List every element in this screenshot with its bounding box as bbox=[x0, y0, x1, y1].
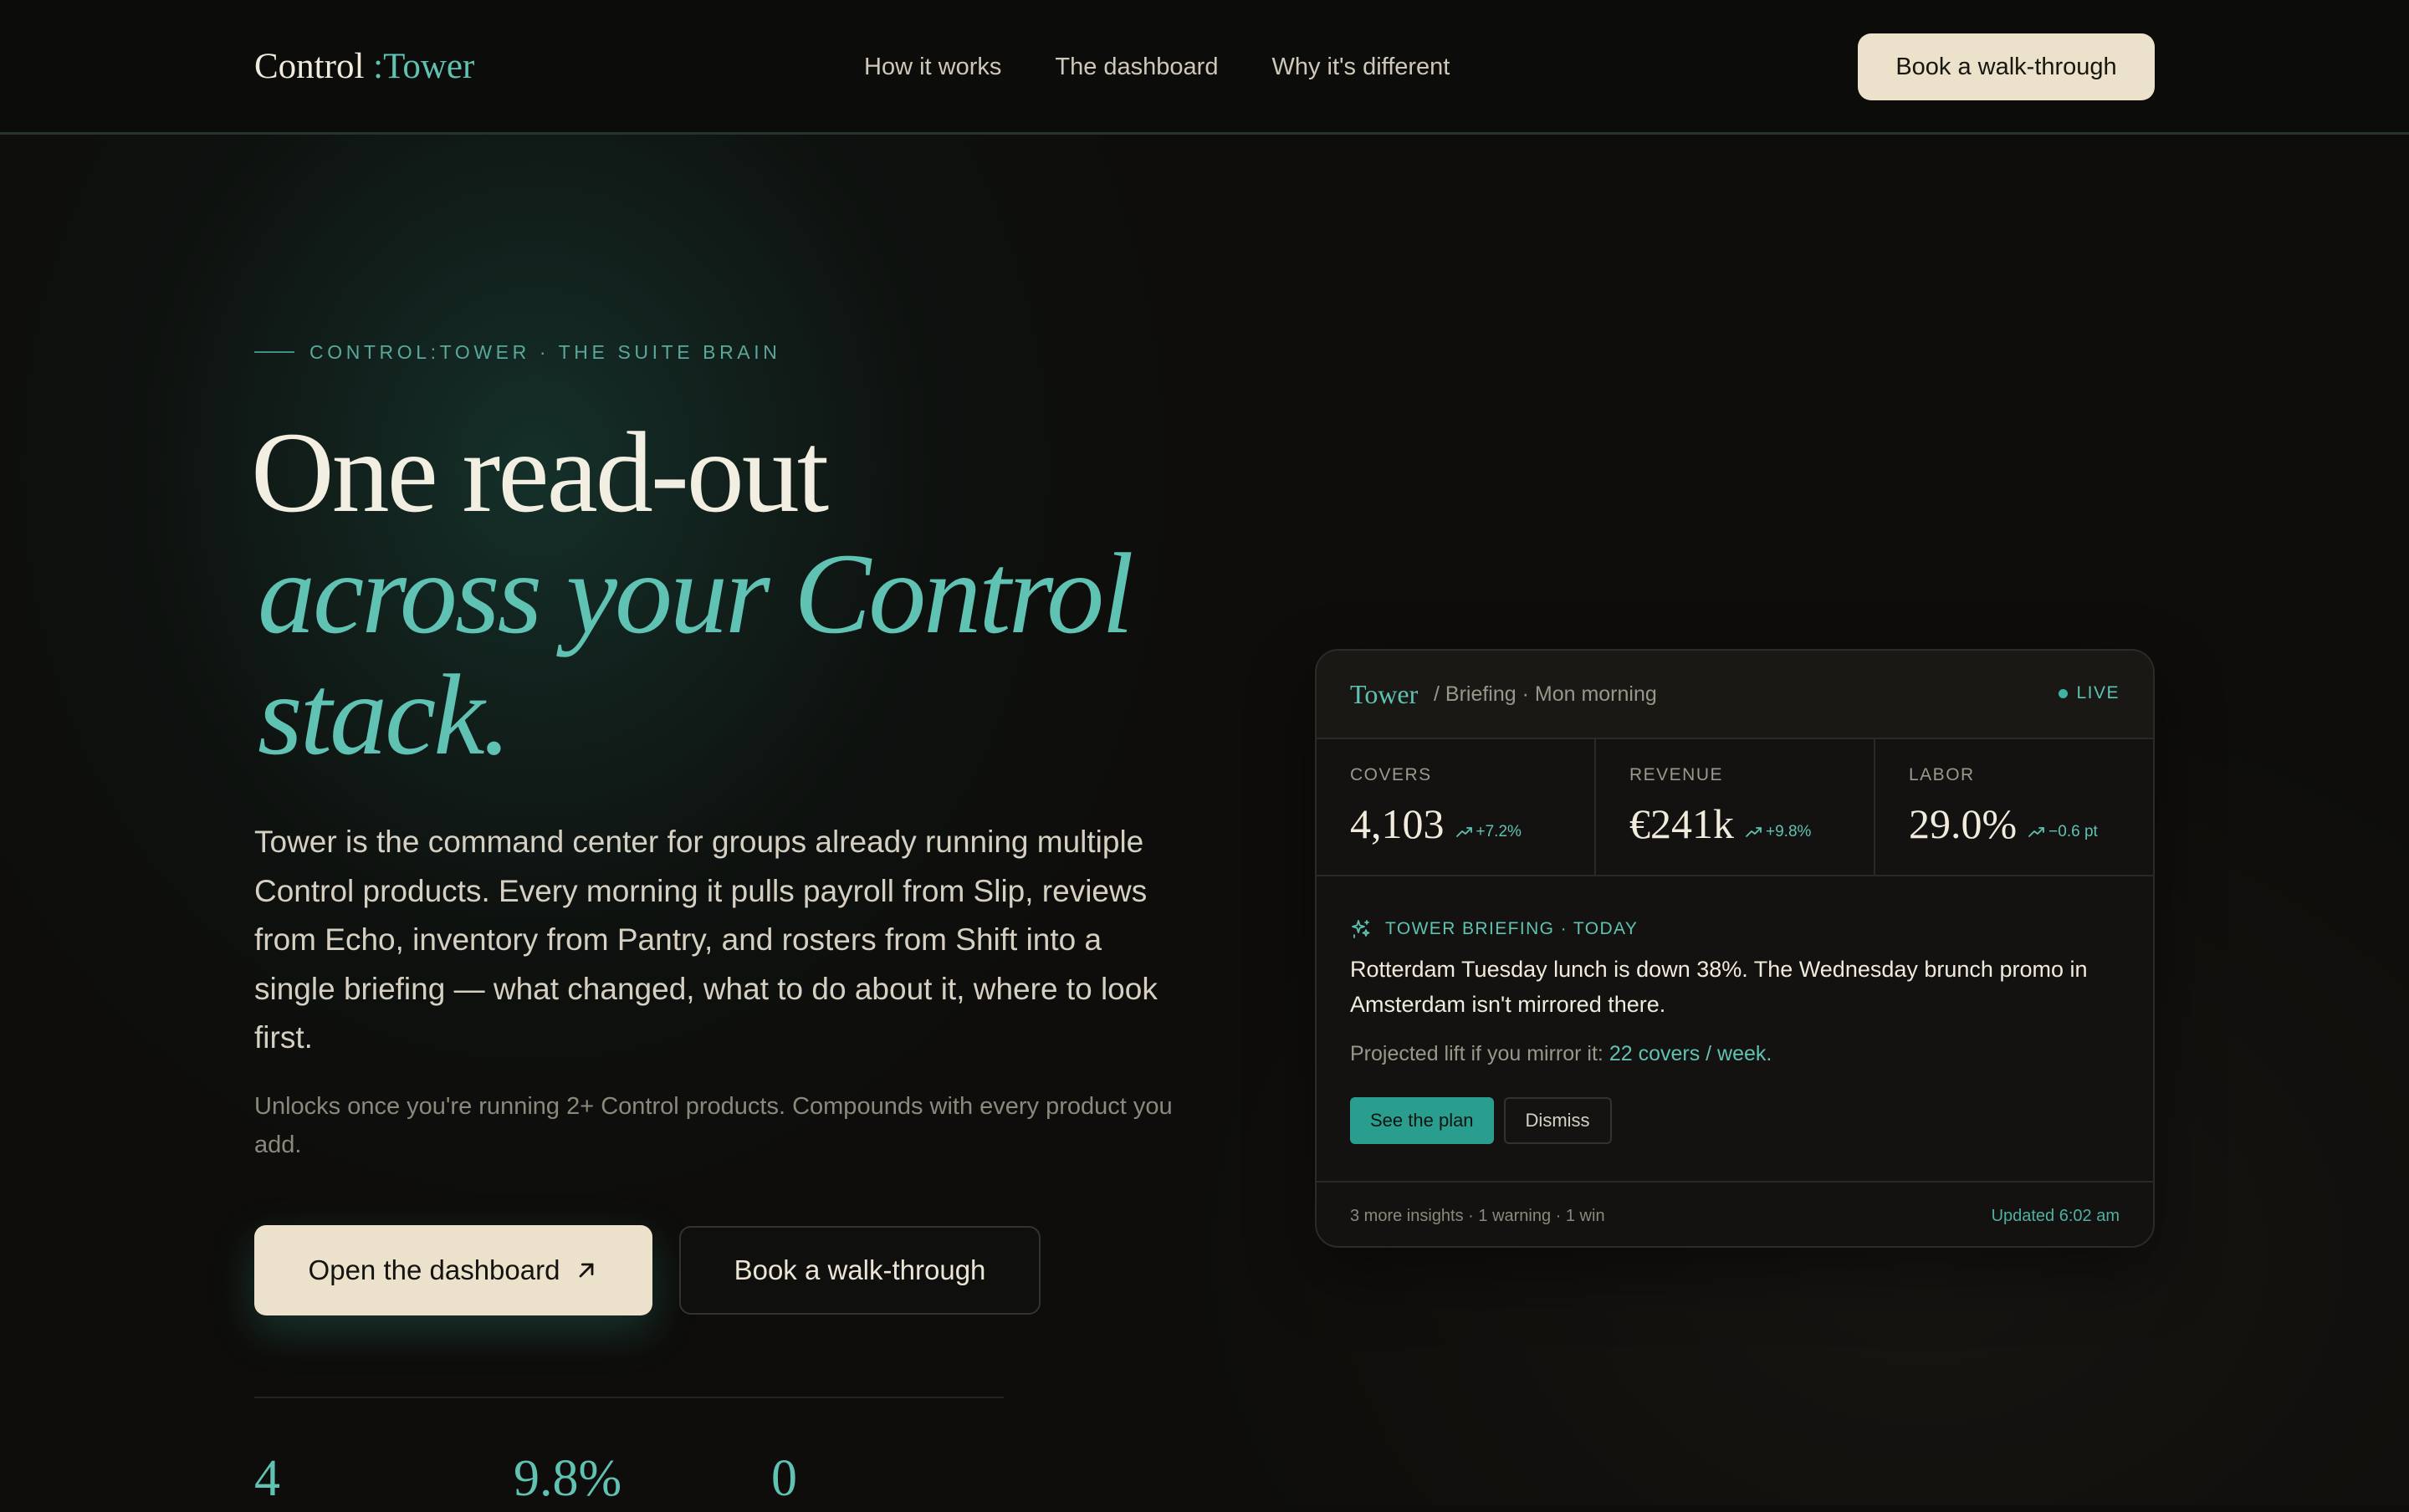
headline-line-1: One read-out bbox=[251, 408, 829, 536]
logo-main: Control bbox=[254, 47, 374, 86]
hero-book-walkthrough-button[interactable]: Book a walk-through bbox=[679, 1226, 1041, 1315]
open-dashboard-label: Open the dashboard bbox=[308, 1254, 560, 1285]
updated-timestamp: Updated 6:02 am bbox=[1991, 1207, 2120, 1225]
metrics-row: COVERS 4,103 +7.2% REVENUE €241k +9.8% L… bbox=[1317, 739, 2153, 876]
card-footer: 3 more insights · 1 warning · 1 win Upda… bbox=[1317, 1181, 2153, 1246]
tower-briefing-card: Tower / Briefing · Mon morning LIVE COVE… bbox=[1315, 649, 2155, 1248]
briefing-tag-text: TOWER BRIEFING · TODAY bbox=[1385, 919, 1639, 938]
headline-line-2: across your Control bbox=[258, 529, 1134, 657]
dismiss-button[interactable]: Dismiss bbox=[1503, 1097, 1612, 1144]
metric-value: 29.0% bbox=[1909, 800, 2018, 847]
metric-delta: +7.2% bbox=[1455, 823, 1522, 841]
hero-lead: Tower is the command center for groups a… bbox=[254, 825, 1158, 1055]
metric-delta-text: +7.2% bbox=[1476, 823, 1522, 840]
trend-up-icon bbox=[2028, 827, 2045, 837]
live-dot-icon bbox=[2059, 688, 2069, 698]
projected-lift-prefix: Projected lift if you mirror it: bbox=[1350, 1042, 1609, 1065]
metric-label: COVERS bbox=[1350, 765, 1432, 784]
metric-label: LABOR bbox=[1909, 765, 1975, 784]
nav-book-walkthrough-button[interactable]: Book a walk-through bbox=[1858, 33, 2155, 100]
trend-up-icon bbox=[1746, 827, 1762, 837]
metric-labor: LABOR 29.0% −0.6 pt bbox=[1875, 739, 2153, 875]
metric-covers: COVERS 4,103 +7.2% bbox=[1317, 739, 1596, 875]
hero-note: Unlocks once you're running 2+ Control p… bbox=[254, 1093, 1173, 1158]
projected-lift: Projected lift if you mirror it: 22 cove… bbox=[1350, 1039, 1772, 1069]
card-header: Tower / Briefing · Mon morning LIVE bbox=[1317, 651, 2153, 739]
card-breadcrumb: / Briefing · Mon morning bbox=[1434, 682, 1657, 706]
briefing-actions: See the plan Dismiss bbox=[1350, 1097, 1612, 1144]
briefing-tag: TOWER BRIEFING · TODAY bbox=[1350, 917, 1638, 942]
stat-products: 4 bbox=[254, 1450, 280, 1507]
card-brand: Tower bbox=[1350, 679, 1419, 709]
metric-value: €241k bbox=[1629, 800, 1734, 847]
hero-eyebrow: CONTROL:TOWER · THE SUITE BRAIN bbox=[254, 340, 780, 365]
briefing-text: Rotterdam Tuesday lunch is down 38%. The… bbox=[1350, 957, 2088, 1017]
eyebrow-text: CONTROL:TOWER · THE SUITE BRAIN bbox=[309, 341, 781, 363]
top-navigation: Control :Tower How it works The dashboar… bbox=[0, 0, 2409, 135]
sparkle-icon bbox=[1352, 920, 1370, 938]
nav-links: How it works The dashboard Why it's diff… bbox=[864, 49, 1450, 85]
nav-link-the-dashboard[interactable]: The dashboard bbox=[1055, 49, 1218, 85]
metric-revenue: REVENUE €241k +9.8% bbox=[1596, 739, 1875, 875]
metric-delta-text: −0.6 pt bbox=[2048, 823, 2098, 840]
arrow-up-right-icon bbox=[580, 1263, 594, 1278]
projected-lift-value: 22 covers / week. bbox=[1609, 1042, 1772, 1065]
metric-delta-text: +9.8% bbox=[1766, 823, 1812, 840]
live-badge: LIVE bbox=[2059, 681, 2120, 706]
live-label: LIVE bbox=[2076, 683, 2120, 702]
metric-delta: +9.8% bbox=[1746, 823, 1811, 841]
metric-label: REVENUE bbox=[1629, 765, 1724, 784]
headline-line-3: stack. bbox=[258, 651, 511, 779]
logo-accent: :Tower bbox=[373, 47, 475, 86]
stats-divider bbox=[254, 1397, 1004, 1398]
see-the-plan-button[interactable]: See the plan bbox=[1350, 1097, 1494, 1144]
trend-up-icon bbox=[1455, 827, 1472, 837]
eyebrow-rule bbox=[254, 351, 294, 353]
nav-link-why-different[interactable]: Why it's different bbox=[1271, 49, 1450, 85]
metric-value: 4,103 bbox=[1350, 800, 1445, 847]
hero-headline: One read-out across your Control stack. bbox=[251, 411, 1255, 775]
stat-revenue-lift: 9.8% bbox=[514, 1450, 622, 1507]
stat-zero: 0 bbox=[771, 1450, 797, 1507]
open-dashboard-button[interactable]: Open the dashboard bbox=[254, 1225, 652, 1315]
metric-delta: −0.6 pt bbox=[2028, 823, 2098, 841]
insights-summary[interactable]: 3 more insights · 1 warning · 1 win bbox=[1350, 1204, 1605, 1228]
nav-link-how-it-works[interactable]: How it works bbox=[864, 49, 1001, 85]
logo[interactable]: Control :Tower bbox=[254, 43, 474, 90]
